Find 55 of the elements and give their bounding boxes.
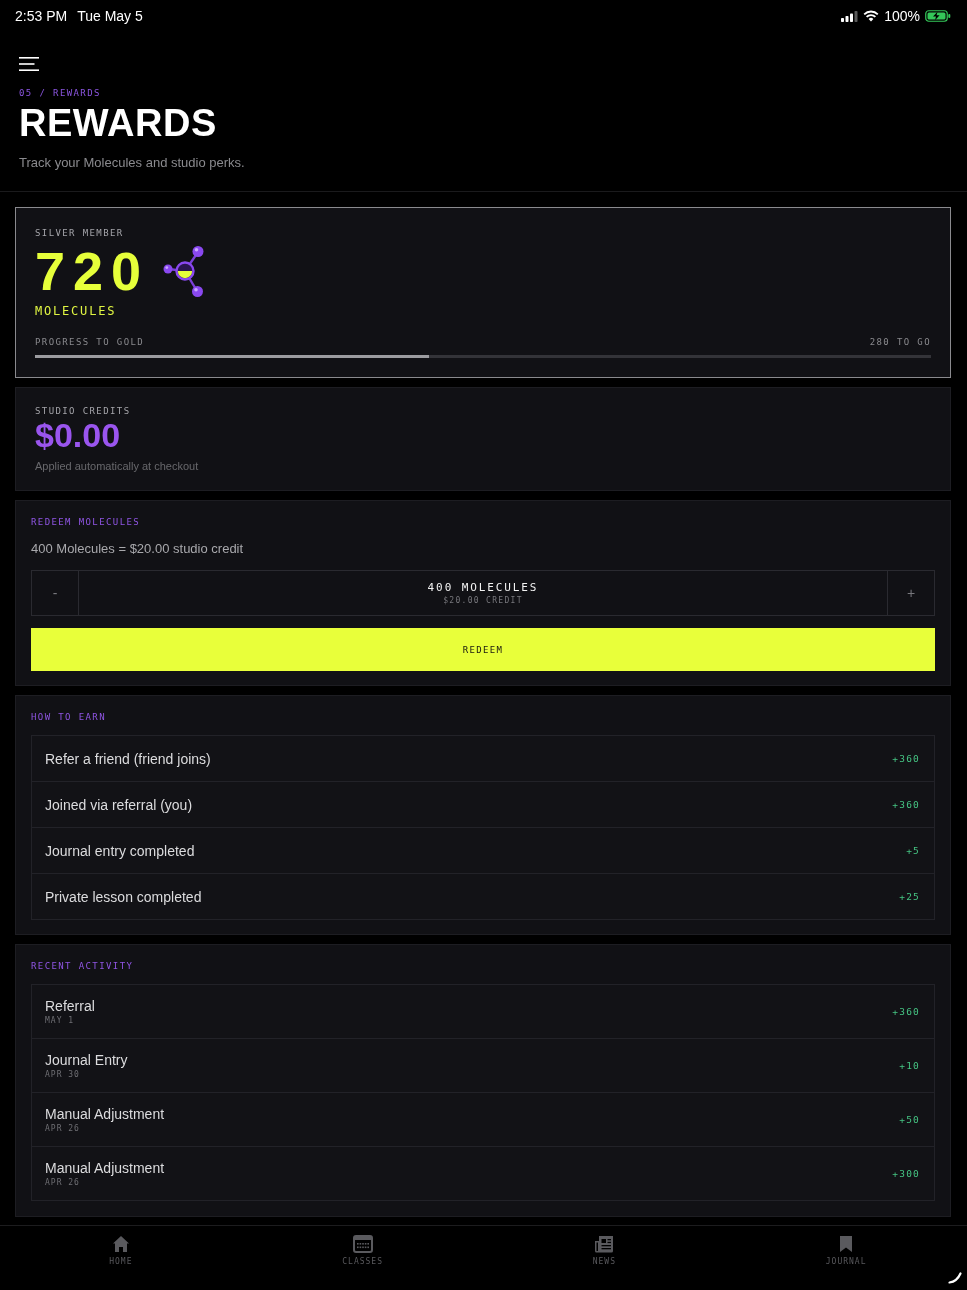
points-unit: MOLECULES — [35, 303, 117, 319]
wifi-icon — [863, 10, 880, 22]
journal-tab[interactable]: JOURNAL — [825, 1226, 867, 1266]
redeem-amount: 400 MOLECULES — [427, 580, 539, 595]
progress-label: PROGRESS TO GOLD — [35, 336, 145, 348]
news-tab[interactable]: NEWS — [592, 1226, 616, 1266]
exchange-rate: 400 Molecules = $20.00 studio credit — [31, 540, 244, 558]
status-date: Tue May 5 — [77, 8, 143, 24]
activity-date: APR 26 — [45, 1177, 80, 1188]
section-heading: HOW TO EARN — [31, 711, 106, 723]
earn-points: +360 — [892, 752, 920, 765]
section-heading: RECENT ACTIVITY — [31, 960, 134, 972]
activity-title: Journal Entry — [45, 1051, 128, 1069]
status-time: 2:53 PM — [15, 8, 68, 24]
breadcrumb: 05 / REWARDS — [19, 87, 101, 99]
redeem-value: $20.00 CREDIT — [443, 594, 523, 606]
tier-label: SILVER MEMBER — [35, 227, 124, 239]
activity-title: Manual Adjustment — [45, 1105, 165, 1123]
home-icon — [111, 1235, 130, 1253]
points-remaining: 280 TO GO — [869, 336, 931, 348]
earn-points: +25 — [899, 890, 920, 903]
bookmark-icon — [839, 1235, 854, 1253]
activity-points: +50 — [899, 1113, 920, 1126]
credits-amount: $0.00 — [35, 417, 121, 453]
activity-points: +360 — [892, 1005, 920, 1018]
calendar-icon — [352, 1235, 373, 1253]
activity-title: Referral — [45, 997, 95, 1015]
credits-label: STUDIO CREDITS — [35, 405, 131, 417]
curve-icon — [948, 1272, 962, 1284]
earn-points: +360 — [892, 798, 920, 811]
increment-button[interactable]: + — [887, 571, 934, 615]
newspaper-icon — [594, 1235, 615, 1253]
activity-points: +10 — [899, 1059, 920, 1072]
earn-action: Joined via referral (you) — [45, 795, 193, 814]
earn-points: +5 — [906, 844, 920, 857]
earn-action: Private lesson completed — [45, 887, 202, 906]
classes-tab[interactable]: CLASSES — [342, 1226, 383, 1266]
activity-date: APR 30 — [45, 1069, 80, 1080]
activity-points: +300 — [892, 1167, 920, 1180]
activity-title: Manual Adjustment — [45, 1159, 165, 1177]
page-title: REWARDS — [19, 103, 217, 143]
redeem-button[interactable]: REDEEM — [31, 628, 935, 671]
home-tab[interactable]: HOME — [109, 1226, 133, 1266]
earn-action: Journal entry completed — [45, 841, 195, 860]
earn-action: Refer a friend (friend joins) — [45, 749, 211, 768]
decrement-button[interactable]: - — [32, 571, 79, 615]
battery-percent: 100% — [884, 8, 920, 24]
points-balance: 720 — [35, 244, 150, 298]
menu-button[interactable] — [19, 57, 39, 71]
section-heading: REDEEM MOLECULES — [31, 516, 141, 528]
activity-date: MAY 1 — [45, 1015, 75, 1026]
page-subtitle: Track your Molecules and studio perks. — [19, 154, 245, 172]
signal-icon — [841, 10, 859, 22]
activity-date: APR 26 — [45, 1123, 80, 1134]
credits-note: Applied automatically at checkout — [35, 459, 199, 473]
